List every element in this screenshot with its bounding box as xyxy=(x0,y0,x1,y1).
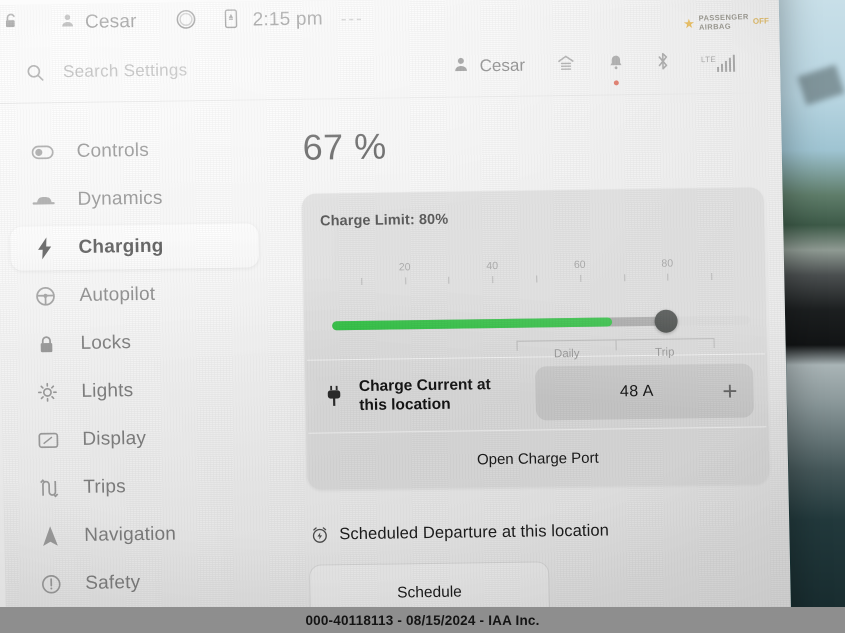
charge-current-label-line1: Charge Current at xyxy=(358,376,491,395)
circle-icon xyxy=(174,8,197,35)
scenery-blur xyxy=(797,64,845,106)
slider-tick-label: 60 xyxy=(573,258,586,271)
search-settings-field[interactable]: Search Settings xyxy=(0,57,425,83)
charge-current-stepper[interactable]: 48 A + xyxy=(534,363,755,421)
screen-icon xyxy=(36,431,60,449)
signal-strength: LTE xyxy=(700,54,736,72)
person-icon xyxy=(59,12,76,34)
sidebar-item-dynamics[interactable]: Dynamics xyxy=(9,175,258,222)
bluetooth-icon[interactable] xyxy=(655,51,672,77)
signal-bars-icon xyxy=(717,54,736,72)
slider-tick-marks: 20 40 60 80 xyxy=(335,246,734,286)
increase-current-button[interactable]: + xyxy=(722,376,738,406)
profile-button[interactable]: Cesar xyxy=(451,54,525,78)
scheduled-departure-title: Scheduled Departure at this location xyxy=(339,521,610,544)
sidebar-item-label: Display xyxy=(82,427,147,450)
charging-panel: 67 % Charge Limit: 80% 20 40 60 80 Daily… xyxy=(284,102,786,633)
car-icon xyxy=(31,193,55,207)
charge-limit-slider[interactable]: 20 40 60 80 Daily Trip xyxy=(303,245,767,361)
lock-status[interactable] xyxy=(2,12,21,36)
schedule-button-label: Schedule xyxy=(397,583,463,602)
search-icon xyxy=(25,62,45,82)
status-profile-name: Cesar xyxy=(84,11,137,33)
battery-percent-readout: 67 % xyxy=(302,125,388,168)
sidebar-item-label: Dynamics xyxy=(77,187,163,210)
slider-tick-label: 20 xyxy=(398,261,411,274)
toggle-icon xyxy=(30,145,54,160)
slider-tick-label: 40 xyxy=(486,260,499,273)
bracket-divider xyxy=(615,340,617,351)
slider-mode-label-daily: Daily xyxy=(553,347,580,361)
charge-limit-label: Charge Limit: 80% xyxy=(319,211,449,230)
recording-indicator[interactable] xyxy=(174,8,197,35)
open-charge-port-button[interactable]: Open Charge Port xyxy=(306,427,769,489)
charge-limit-card: Charge Limit: 80% 20 40 60 80 Daily Trip… xyxy=(301,187,770,490)
sidebar-item-display[interactable]: Display xyxy=(14,415,263,462)
notification-dot xyxy=(613,79,619,85)
range-readout: --- xyxy=(340,8,364,29)
sidebar-item-label: Lights xyxy=(81,380,134,402)
sidebar-item-autopilot[interactable]: Autopilot xyxy=(11,271,260,318)
slider-tick-label: 80 xyxy=(661,257,674,270)
sidebar-item-label: Autopilot xyxy=(79,283,156,306)
airbag-line-2: AIRBAG xyxy=(698,21,732,32)
scheduled-departure-header: Scheduled Departure at this location xyxy=(310,519,784,545)
sidebar-item-lights[interactable]: Lights xyxy=(13,367,262,414)
garage-icon[interactable] xyxy=(555,52,578,77)
route-icon xyxy=(37,477,61,499)
slider-thumb[interactable] xyxy=(654,309,679,333)
lock-icon xyxy=(34,334,58,355)
photograph-of-vehicle-touchscreen: Cesar 2:15 pm --- ★ PASSENGER AIRBAG OFF… xyxy=(0,0,845,633)
top-navigation-bar: Search Settings Cesar LTE xyxy=(0,34,776,101)
sidebar-item-label: Controls xyxy=(76,139,150,162)
settings-sidebar: Controls Dynamics Charging Autopilot Loc… xyxy=(0,109,278,633)
sidebar-item-label: Trips xyxy=(83,476,127,498)
sidebar-item-label: Navigation xyxy=(84,523,177,546)
airbag-person-icon: ★ xyxy=(682,15,696,31)
phone-key-status[interactable] xyxy=(222,8,239,33)
watermark-text: 000-40118113 - 08/15/2024 - IAA Inc. xyxy=(305,612,540,628)
passenger-airbag-indicator: ★ PASSENGER AIRBAG OFF xyxy=(682,7,770,36)
daily-trip-bracket xyxy=(516,338,715,351)
unlock-icon xyxy=(2,12,21,36)
warning-circle-icon xyxy=(39,573,63,595)
open-charge-port-label: Open Charge Port xyxy=(476,449,599,468)
charge-current-label-line2: this location xyxy=(359,395,451,414)
charge-current-label: Charge Current at this location xyxy=(359,375,536,415)
sidebar-item-label: Charging xyxy=(78,235,164,258)
sidebar-item-safety[interactable]: Safety xyxy=(17,559,266,606)
charge-current-value: 48 A xyxy=(619,382,655,401)
sidebar-item-label: Locks xyxy=(80,332,132,354)
slider-charge-fill xyxy=(332,317,613,331)
sidebar-item-controls[interactable]: Controls xyxy=(8,127,257,174)
driver-profile-status[interactable]: Cesar xyxy=(59,11,137,34)
sun-icon xyxy=(35,381,59,403)
steering-wheel-icon xyxy=(33,285,57,307)
network-type-label: LTE xyxy=(700,54,717,64)
alarm-bolt-icon xyxy=(310,525,329,544)
profile-name: Cesar xyxy=(479,55,526,76)
slider-track[interactable] xyxy=(332,309,751,333)
auction-watermark-bar: 000-40118113 - 08/15/2024 - IAA Inc. xyxy=(0,607,845,633)
slider-mode-label-trip: Trip xyxy=(654,346,675,359)
clock-time: 2:15 pm xyxy=(252,8,323,31)
sidebar-item-label: Safety xyxy=(85,572,141,594)
sidebar-item-navigation[interactable]: Navigation xyxy=(16,511,265,558)
sidebar-item-locks[interactable]: Locks xyxy=(12,319,261,366)
touchscreen-display[interactable]: Cesar 2:15 pm --- ★ PASSENGER AIRBAG OFF… xyxy=(0,0,792,633)
charging-plug-icon xyxy=(325,385,347,407)
airbag-state: OFF xyxy=(752,15,770,26)
lightning-icon xyxy=(32,237,56,260)
sidebar-item-charging[interactable]: Charging xyxy=(10,223,259,271)
person-icon xyxy=(451,55,469,78)
bell-icon[interactable] xyxy=(607,52,626,85)
search-input-placeholder: Search Settings xyxy=(62,60,188,82)
phone-key-icon xyxy=(222,8,239,33)
arrow-up-icon xyxy=(38,525,62,547)
charge-current-row: Charge Current at this location 48 A + xyxy=(305,354,768,432)
sidebar-item-trips[interactable]: Trips xyxy=(15,463,264,510)
